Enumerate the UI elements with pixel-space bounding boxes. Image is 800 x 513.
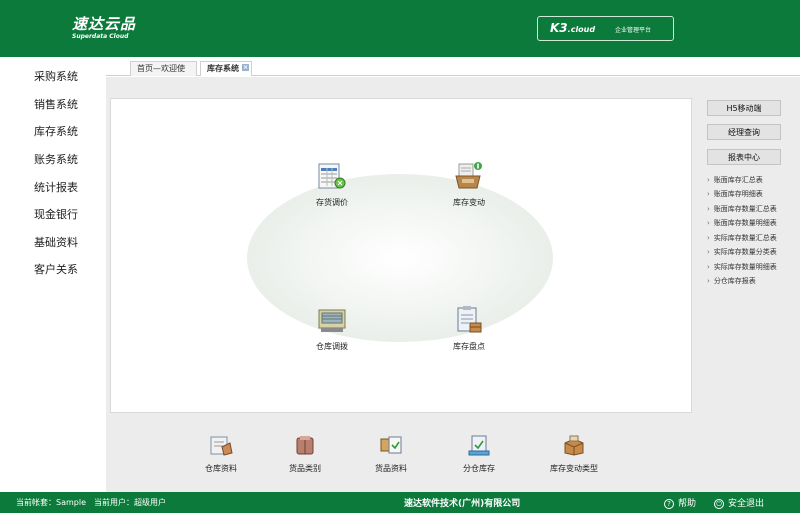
shortcut-label: 库存变动类型 [550,464,598,473]
h5-mobile-button[interactable]: H5移动端 [707,100,781,116]
goods-category-icon [296,436,314,455]
function-price-adjust[interactable]: 存货调价 [297,161,367,208]
k3-brand: K3.cloud [550,21,596,35]
sidebar-item-reports[interactable]: 统计报表 [34,179,78,195]
report-link[interactable]: › 账面库存数量明细表 [707,218,777,228]
function-label: 存货调价 [316,198,348,207]
function-label: 库存盘点 [453,342,485,351]
shortcut-label: 货品资料 [375,464,407,473]
top-header: 速达云品 Superdata Cloud K3.cloud 企业管理平台 [0,0,800,57]
sidebar-item-inventory[interactable]: 库存系统 [34,123,78,139]
report-link[interactable]: › 实际库存数量分类表 [707,247,777,257]
status-bar: 当前帐套：Sample 当前用户：超级用户 速达软件技术(广州)有限公司 ? 帮助… [0,492,800,513]
branch-stock-icon [468,435,490,456]
report-link[interactable]: › 账面库存明细表 [707,189,763,199]
sidebar-item-accounting[interactable]: 账务系统 [34,151,78,167]
power-icon: ⏻ [714,498,724,509]
chevron-right-icon: › [707,219,710,227]
function-stocktake[interactable]: 库存盘点 [434,305,504,352]
change-type-icon [564,435,584,456]
chevron-right-icon: › [707,263,710,271]
logo-text: 速达云品 [72,15,137,33]
shortcut-label: 分仓库存 [463,464,495,473]
close-icon[interactable]: × [242,64,249,71]
function-label: 库存变动 [453,198,485,207]
warehouse-transfer-icon [318,309,346,332]
shortcut-goods-info[interactable]: 货品资料 [356,433,426,474]
shortcut-label: 仓库资料 [205,464,237,473]
sidebar-item-sales[interactable]: 销售系统 [34,96,78,112]
chevron-right-icon: › [707,277,710,285]
sidebar-item-basic-data[interactable]: 基础资料 [34,234,78,250]
sidebar-item-crm[interactable]: 客户关系 [34,261,78,277]
help-icon: ? [664,498,674,509]
report-link[interactable]: › 实际库存数量明细表 [707,262,777,272]
help-button[interactable]: ? 帮助 [664,496,696,509]
current-account-info: 当前帐套：Sample 当前用户：超级用户 [16,498,166,507]
chevron-right-icon: › [707,248,710,256]
sidebar-item-cash-bank[interactable]: 现金银行 [34,206,78,222]
logout-button[interactable]: ⏻ 安全退出 [714,496,764,509]
sidebar-item-purchase[interactable]: 采购系统 [34,68,78,84]
shortcut-warehouse-info[interactable]: 仓库资料 [186,433,256,474]
chevron-right-icon: › [707,190,710,198]
flow-ellipse [247,174,553,342]
chevron-right-icon: › [707,176,710,184]
sidebar: 采购系统 销售系统 库存系统 账务系统 统计报表 现金银行 基础资料 客户关系 [0,57,106,492]
tab-home[interactable]: 首页—欢迎使用 [130,61,197,87]
tab-strip: 首页—欢迎使用 库存系统 × [106,57,800,87]
logo-subtitle: Superdata Cloud [72,33,129,40]
shortcut-label: 货品类别 [289,464,321,473]
flow-panel: 存货调价 库存变动 仓库调拨 库存盘点 [110,98,692,413]
warehouse-info-icon [210,436,233,456]
report-center-button[interactable]: 报表中心 [707,149,781,165]
k3-badge: K3.cloud 企业管理平台 [537,16,674,41]
manager-query-button[interactable]: 经理查询 [707,124,781,140]
company-name: 速达软件技术(广州)有限公司 [404,499,521,509]
report-link[interactable]: › 账面库存数量汇总表 [707,204,777,214]
k3-subtitle: 企业管理平台 [615,27,652,34]
shortcut-goods-category[interactable]: 货品类别 [270,433,340,474]
shortcut-branch-stock[interactable]: 分仓库存 [444,433,514,474]
goods-info-icon [380,436,402,454]
stocktake-icon [457,306,482,333]
chevron-right-icon: › [707,234,710,242]
function-label: 仓库调拨 [316,342,348,351]
price-adjust-icon [318,163,346,189]
function-warehouse-transfer[interactable]: 仓库调拨 [297,305,367,352]
shortcut-change-type[interactable]: 库存变动类型 [539,433,609,474]
report-link[interactable]: › 分仓库存报表 [707,276,756,286]
inventory-change-icon [455,162,482,189]
chevron-right-icon: › [707,205,710,213]
tab-inventory-system[interactable]: 库存系统 × [200,61,252,76]
report-link[interactable]: › 实际库存数量汇总表 [707,233,777,243]
report-link[interactable]: › 账面库存汇总表 [707,175,763,185]
function-inventory-change[interactable]: 库存变动 [434,161,504,208]
